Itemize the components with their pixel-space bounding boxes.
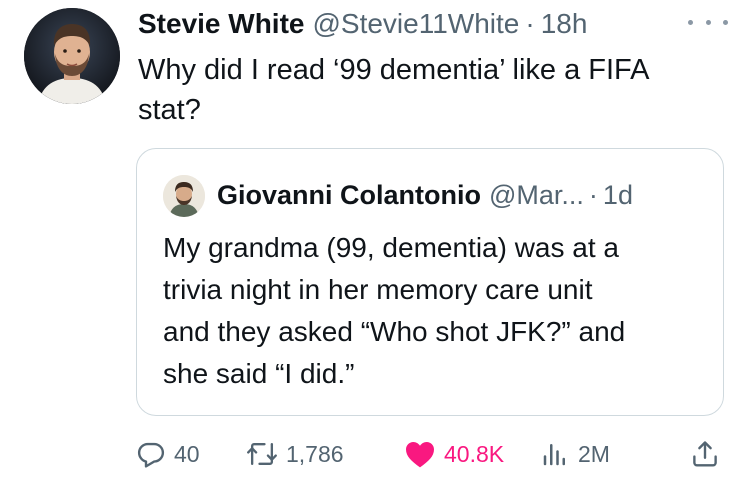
views-chart-icon xyxy=(540,439,570,469)
heart-filled-icon xyxy=(404,439,436,469)
more-dot xyxy=(723,19,728,25)
avatar[interactable] xyxy=(24,8,120,104)
share-button[interactable] xyxy=(690,436,720,472)
repost-count: 1,786 xyxy=(286,440,344,467)
views-button[interactable]: 2M xyxy=(540,436,610,472)
quoted-tweet-timestamp[interactable]: 1d xyxy=(603,180,633,211)
quoted-tweet-header: Giovanni Colantonio @Mar... · 1d xyxy=(217,177,633,213)
separator-dot: · xyxy=(525,8,535,39)
quoted-tweet-card[interactable]: Giovanni Colantonio @Mar... · 1d My gran… xyxy=(136,148,724,416)
tweet-text-line: stat? xyxy=(138,94,201,126)
tweet-text-line: Why did I read ‘99 dementia’ like a FIFA xyxy=(138,54,650,86)
more-dot xyxy=(705,19,711,25)
views-count: 2M xyxy=(578,440,610,467)
tweet-header: Stevie White @Stevie11White · 18h xyxy=(138,6,587,42)
quoted-author-display-name[interactable]: Giovanni Colantonio xyxy=(217,180,481,211)
tweet[interactable]: Stevie White @Stevie11White · 18h Why di… xyxy=(0,0,750,480)
quoted-author-avatar xyxy=(163,175,205,217)
reply-count: 40 xyxy=(174,440,200,467)
quoted-text-line: she said “I did.” xyxy=(163,358,355,389)
repost-icon xyxy=(246,439,278,469)
quoted-text-line: My grandma (99, dementia) was at a xyxy=(163,232,619,263)
quoted-tweet-text: My grandma (99, dementia) was at a trivi… xyxy=(163,227,703,395)
reply-icon xyxy=(136,439,166,469)
tweet-action-bar: 40 1,786 40.8K 2M xyxy=(136,436,726,476)
tweet-text: Why did I read ‘99 dementia’ like a FIFA… xyxy=(138,50,728,130)
tweet-timestamp[interactable]: 18h xyxy=(541,8,588,40)
quoted-author-handle[interactable]: @Mar... xyxy=(489,180,584,211)
author-display-name[interactable]: Stevie White xyxy=(138,8,304,40)
more-dot xyxy=(688,19,693,25)
like-count: 40.8K xyxy=(444,440,505,467)
share-icon xyxy=(690,439,720,469)
quoted-text-line: trivia night in her memory care unit xyxy=(163,274,593,305)
reply-button[interactable]: 40 xyxy=(136,436,200,472)
author-handle[interactable]: @Stevie11White xyxy=(312,8,519,40)
repost-button[interactable]: 1,786 xyxy=(246,436,344,472)
separator-dot: · xyxy=(588,179,598,210)
quoted-text-line: and they asked “Who shot JFK?” and xyxy=(163,316,626,347)
more-dots-icon[interactable] xyxy=(688,12,728,32)
like-button[interactable]: 40.8K xyxy=(404,436,504,472)
